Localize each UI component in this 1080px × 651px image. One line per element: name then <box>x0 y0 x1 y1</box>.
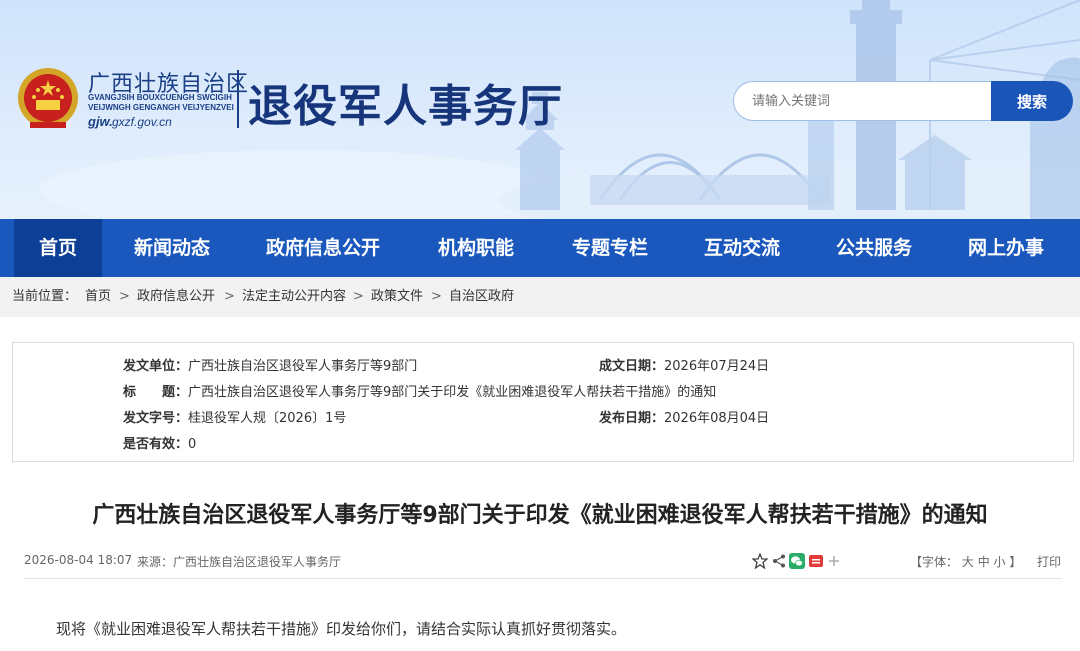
meta-date-made-label: 成文日期： <box>599 359 665 374</box>
breadcrumb-separator: > <box>431 289 442 304</box>
meta-publish-date-value: 2026年08月04日 <box>664 411 770 426</box>
meta-title-label: 标 题： <box>123 385 189 400</box>
nav-item-org[interactable]: 机构职能 <box>424 219 528 277</box>
article-datetime: 2026-08-04 18:07 <box>24 553 133 567</box>
meta-issuer-label: 发文单位： <box>123 359 189 374</box>
search-input[interactable] <box>733 81 991 121</box>
meta-date-made: 成文日期：2026年07月24日 <box>599 355 769 374</box>
share-icon[interactable] <box>752 553 768 569</box>
meta-issuer-value: 广西壮族自治区退役军人事务厅等9部门 <box>188 359 418 374</box>
article-body-paragraph: 现将《就业困难退役军人帮扶若干措施》印发给你们，请结合实际认真抓好贯彻落实。 <box>56 620 627 638</box>
breadcrumb-separator: > <box>119 289 130 304</box>
breadcrumb-item-gov-info[interactable]: 政府信息公开 <box>137 277 215 317</box>
search-button[interactable]: 搜索 <box>991 81 1073 121</box>
article-source: 来源：广西壮族自治区退役军人事务厅 <box>137 555 342 569</box>
font-size-large[interactable]: 大 <box>962 555 974 569</box>
article-title: 广西壮族自治区退役军人事务厅等9部门关于印发《就业困难退役军人帮扶若干措施》的通… <box>92 503 988 528</box>
font-size-control: 【字体： 大 中 小 】 <box>910 553 1021 570</box>
main-nav: 首页 新闻动态 政府信息公开 机构职能 专题专栏 互动交流 公共服务 网上办事 <box>0 219 1080 277</box>
font-size-medium[interactable]: 中 <box>978 555 990 569</box>
national-emblem-icon <box>18 68 78 128</box>
breadcrumb-separator: > <box>353 289 364 304</box>
font-size-small[interactable]: 小 <box>994 555 1006 569</box>
meta-valid-label: 是否有效： <box>123 437 189 452</box>
meta-doc-no-label: 发文字号： <box>123 411 189 426</box>
meta-publish-date-label: 发布日期： <box>599 411 665 426</box>
meta-doc-no-value: 桂退役军人规〔2026〕1号 <box>188 411 347 426</box>
nav-item-topics[interactable]: 专题专栏 <box>558 219 662 277</box>
font-size-end: 】 <box>1009 555 1022 569</box>
meta-date-made-value: 2026年07月24日 <box>664 359 770 374</box>
breadcrumb-item-home[interactable]: 首页 <box>85 277 111 317</box>
meta-valid-value: 0 <box>188 437 197 452</box>
site-name-en: GVANGJSIH BOUXCUENGH SWCIGIH VEIJWNGH GE… <box>88 93 234 112</box>
breadcrumb-item-policy[interactable]: 政策文件 <box>371 277 423 317</box>
article-info-divider <box>24 578 1062 579</box>
nav-item-home[interactable]: 首页 <box>14 219 102 277</box>
logo-divider <box>237 70 239 128</box>
breadcrumb-prefix: 当前位置： <box>12 289 78 304</box>
wechat-icon[interactable] <box>789 553 805 569</box>
department-title: 退役军人事务厅 <box>248 81 563 132</box>
breadcrumb-item-mandatory[interactable]: 法定主动公开内容 <box>242 277 346 317</box>
breadcrumb: 当前位置： 首页 > 政府信息公开 > 法定主动公开内容 > 政策文件 > 自治… <box>0 277 1080 317</box>
nav-item-public-service[interactable]: 公共服务 <box>822 219 926 277</box>
nav-item-gov-info[interactable]: 政府信息公开 <box>252 219 394 277</box>
print-link[interactable]: 打印 <box>1037 553 1061 570</box>
nav-item-interaction[interactable]: 互动交流 <box>690 219 794 277</box>
breadcrumb-separator: > <box>224 289 235 304</box>
site-url: gxzf.gov.cn <box>112 115 172 129</box>
meta-publish-date: 发布日期：2026年08月04日 <box>599 407 769 426</box>
nav-item-online-service[interactable]: 网上办事 <box>954 219 1058 277</box>
meta-title: 标 题：广西壮族自治区退役军人事务厅等9部门关于印发《就业困难退役军人帮扶若干措… <box>123 381 716 400</box>
breadcrumb-item-region-gov[interactable]: 自治区政府 <box>449 277 514 317</box>
weibo-icon[interactable] <box>771 553 787 569</box>
site-url-prefix: gjw. <box>88 114 113 129</box>
xiaohongshu-icon[interactable] <box>808 553 824 569</box>
nav-item-news[interactable]: 新闻动态 <box>118 219 226 277</box>
font-size-label: 【字体： <box>910 555 959 569</box>
meta-issuer: 发文单位：广西壮族自治区退役军人事务厅等9部门 <box>123 355 417 374</box>
meta-doc-no: 发文字号：桂退役军人规〔2026〕1号 <box>123 407 346 426</box>
header-banner: 广西壮族自治区 GVANGJSIH BOUXCUENGH SWCIGIH VEI… <box>0 0 1080 219</box>
document-meta-box: 发文单位：广西壮族自治区退役军人事务厅等9部门 成文日期：2026年07月24日… <box>12 342 1074 462</box>
meta-valid: 是否有效：0 <box>123 433 196 452</box>
meta-title-value: 广西壮族自治区退役军人事务厅等9部门关于印发《就业困难退役军人帮扶若干措施》的通… <box>188 385 717 400</box>
plus-icon[interactable] <box>826 553 842 569</box>
